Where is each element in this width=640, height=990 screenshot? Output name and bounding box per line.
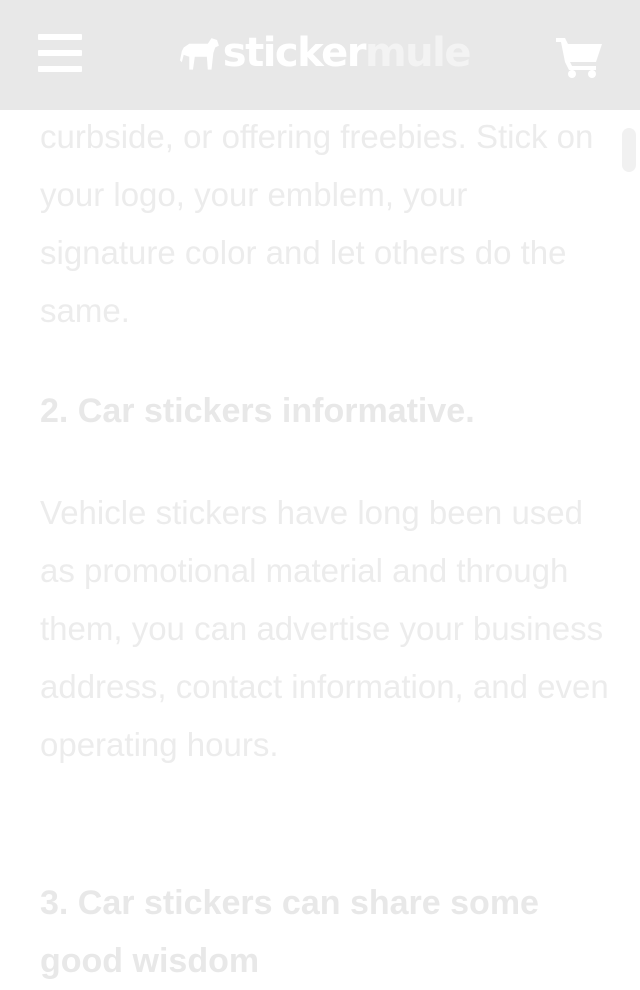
shopping-cart-icon[interactable] bbox=[556, 36, 604, 78]
section-heading: 2. Car stickers informative. bbox=[40, 392, 475, 430]
section-heading: 3. Car stickers can share some good wisd… bbox=[40, 884, 539, 980]
article-paragraph: curbside, or offering freebies. Stick on… bbox=[40, 118, 594, 329]
sticker-mule-logo[interactable]: stickermule bbox=[180, 28, 472, 78]
logo-text: stickermule bbox=[222, 28, 472, 78]
logo-text-mule: mule bbox=[365, 30, 472, 76]
logo-text-sticker: sticker bbox=[222, 30, 367, 76]
hamburger-menu-icon[interactable] bbox=[38, 34, 82, 72]
app-header: stickermule bbox=[0, 0, 640, 110]
mule-icon bbox=[180, 38, 219, 70]
article-paragraph: Vehicle stickers have long been used as … bbox=[40, 494, 609, 763]
scrollbar-thumb[interactable] bbox=[622, 128, 636, 172]
